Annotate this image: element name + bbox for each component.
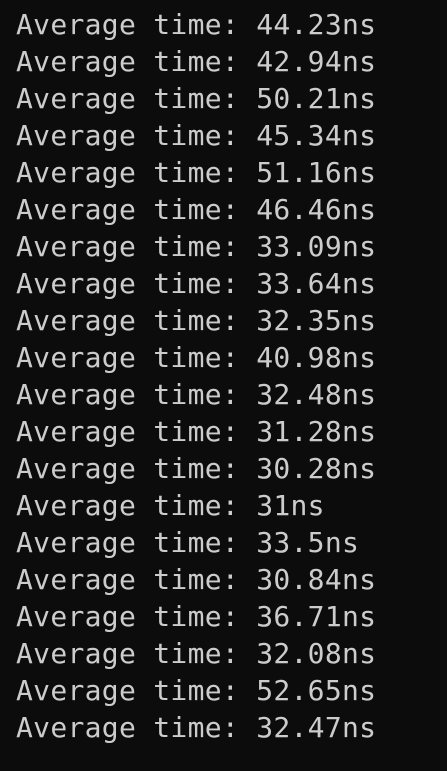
output-line: Average time: 32.08ns [16, 637, 377, 670]
output-line: Average time: 33.64ns [16, 267, 377, 300]
output-line: Average time: 32.47ns [16, 711, 377, 744]
output-line: Average time: 31ns [16, 489, 325, 522]
output-line: Average time: 46.46ns [16, 193, 377, 226]
output-line: Average time: 32.35ns [16, 304, 377, 337]
output-line: Average time: 40.98ns [16, 341, 377, 374]
output-line: Average time: 44.23ns [16, 8, 377, 41]
output-line: Average time: 31.28ns [16, 415, 377, 448]
output-line: Average time: 33.5ns [16, 526, 360, 559]
output-line: Average time: 36.71ns [16, 600, 377, 633]
output-line: Average time: 30.28ns [16, 452, 377, 485]
output-line: Average time: 50.21ns [16, 82, 377, 115]
output-line: Average time: 52.65ns [16, 674, 377, 707]
output-line: Average time: 30.84ns [16, 563, 377, 596]
output-line: Average time: 33.09ns [16, 230, 377, 263]
output-line: Average time: 51.16ns [16, 156, 377, 189]
output-line: Average time: 32.48ns [16, 378, 377, 411]
output-line: Average time: 45.34ns [16, 119, 377, 152]
output-line: Average time: 42.94ns [16, 45, 377, 78]
terminal-output[interactable]: Average time: 44.23ns Average time: 42.9… [0, 0, 447, 771]
